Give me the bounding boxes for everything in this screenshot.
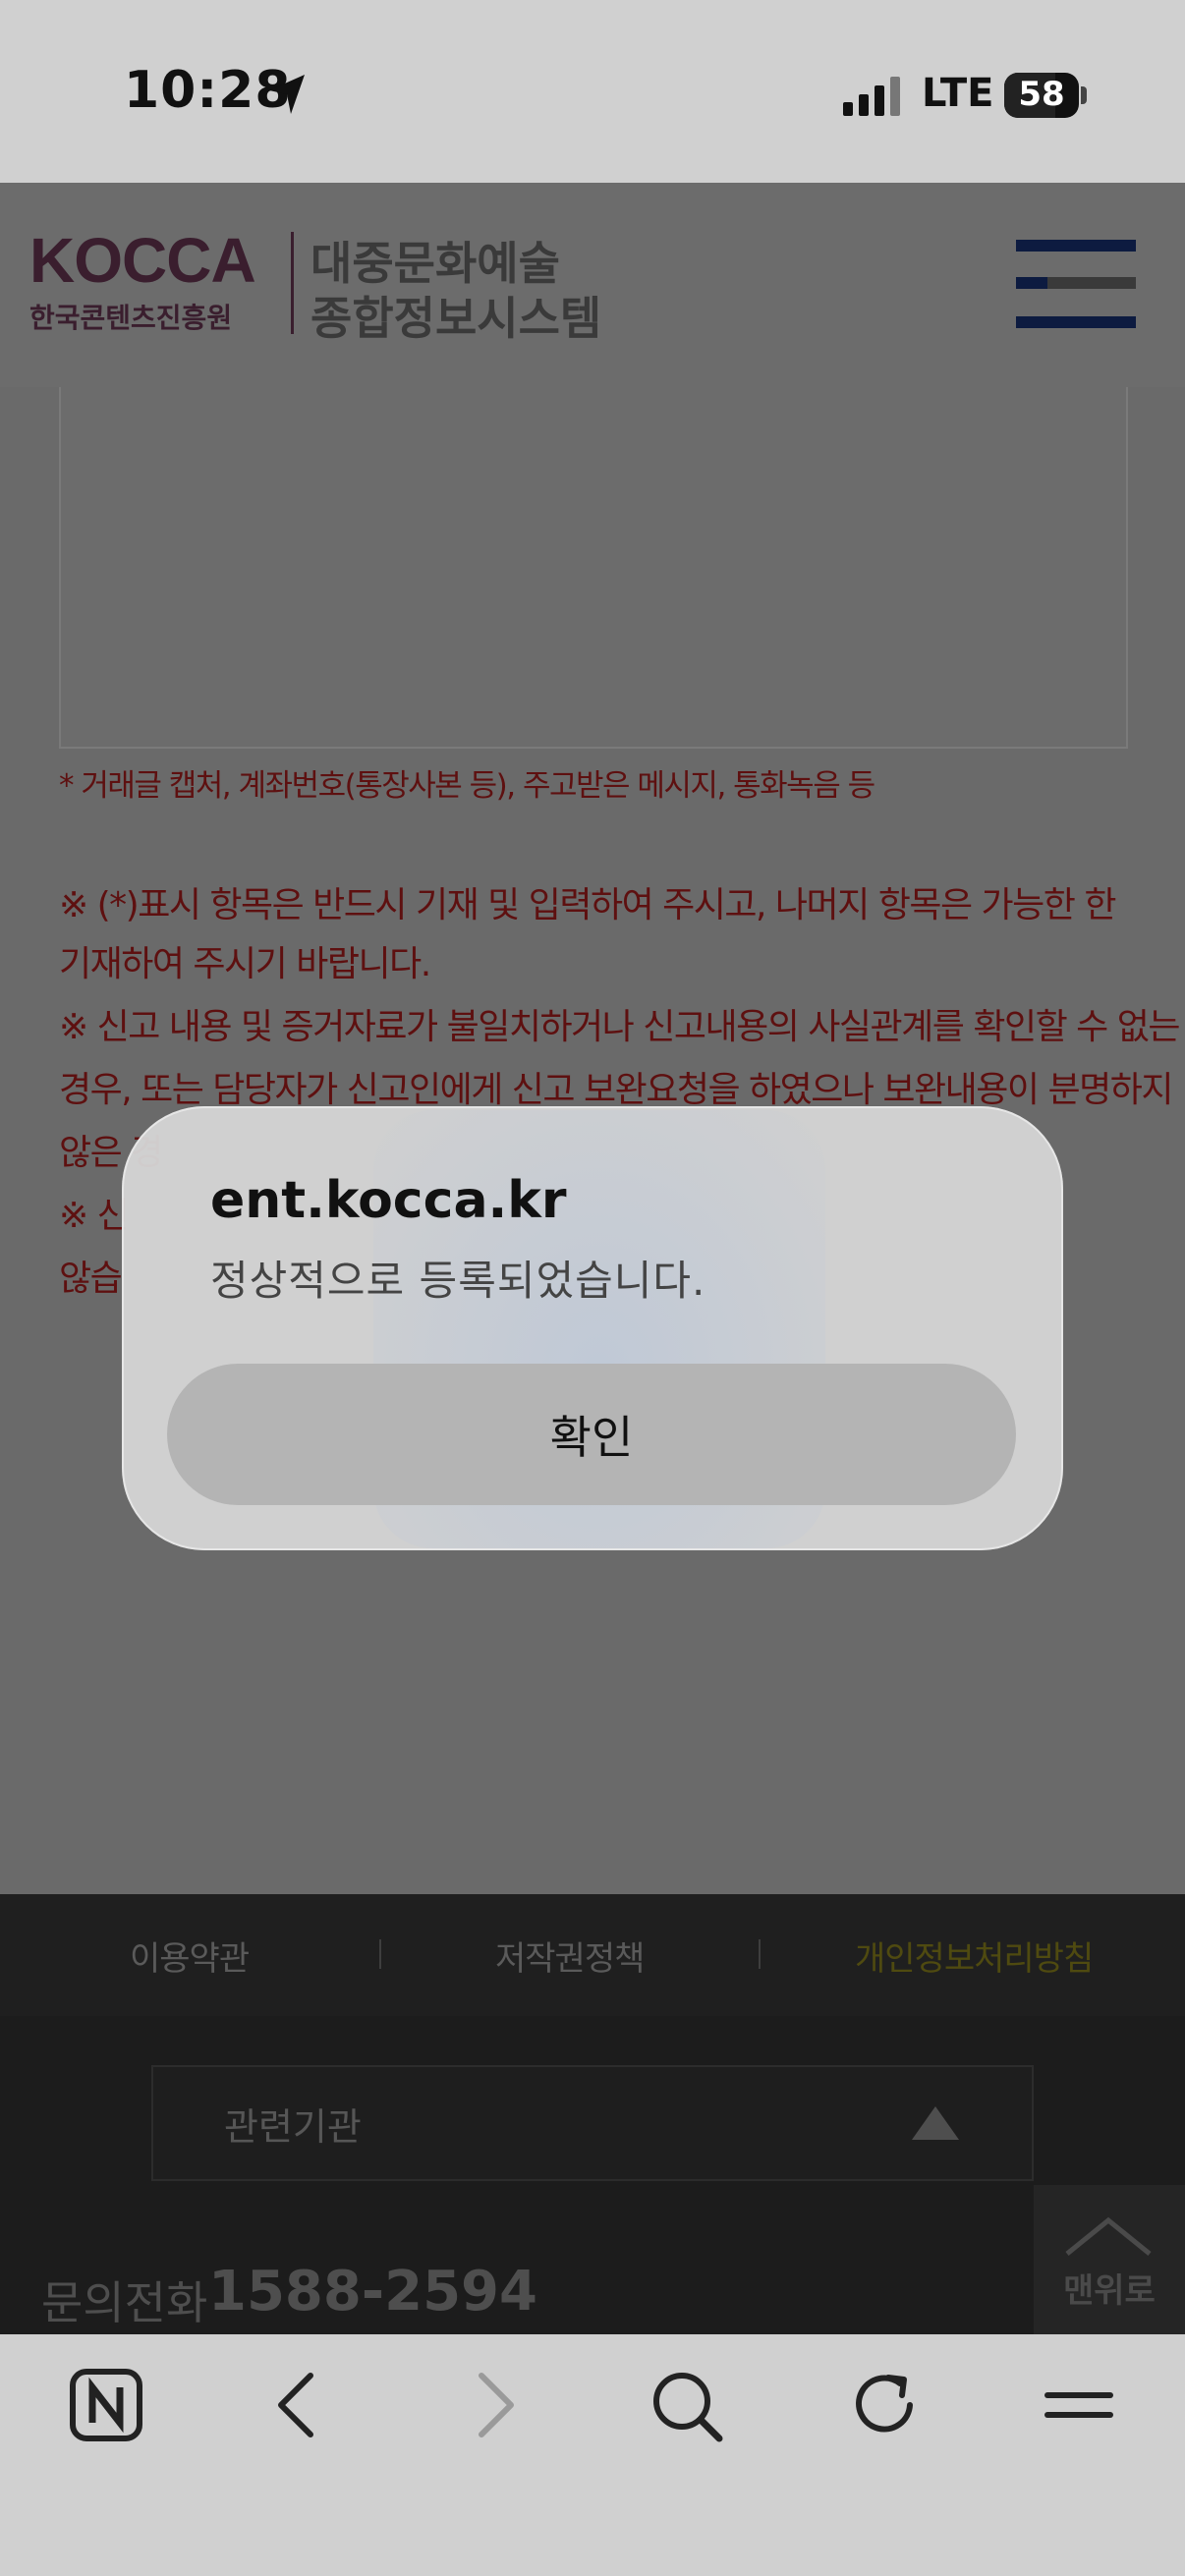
- cellular-signal-icon: [843, 77, 900, 116]
- site-logo[interactable]: KOCCA: [29, 224, 256, 297]
- report-content-textarea[interactable]: [59, 387, 1128, 749]
- battery-percent: 58: [1018, 75, 1065, 114]
- scroll-top-button[interactable]: [1034, 2185, 1185, 2334]
- hamburger-menu-icon[interactable]: [1016, 240, 1136, 330]
- privacy-policy-link[interactable]: 개인정보처리방침: [855, 1932, 1094, 1980]
- dialog-message: 정상적으로 등록되었습니다.: [210, 1257, 706, 1305]
- notice-line: 않습: [59, 1259, 123, 1299]
- naver-home-icon[interactable]: [67, 2366, 145, 2444]
- phone-number[interactable]: 1588-2594: [208, 2260, 537, 2324]
- notice-line: ※ 신고 내용 및 증거자료가 불일치하거나 신고내용의 사실관계를 확인할 수…: [59, 1007, 1180, 1047]
- notice-line: ※ (*)표시 항목은 반드시 기재 및 입력하여 주시고, 나머지 항목은 가…: [59, 885, 1116, 925]
- status-time: 10:28: [124, 61, 292, 120]
- logo-divider: [291, 232, 294, 334]
- reload-icon[interactable]: [845, 2366, 924, 2444]
- menu-icon[interactable]: [1040, 2366, 1118, 2444]
- notice-line: 경우, 또는 담당자가 신고인에게 신고 보완요청을 하였으나 보완내용이 분명…: [59, 1070, 1173, 1110]
- battery-icon: 58: [1004, 73, 1079, 118]
- triangle-up-icon: [912, 2106, 959, 2140]
- location-arrow-icon: [269, 75, 305, 114]
- forward-icon[interactable]: [454, 2366, 533, 2444]
- back-icon[interactable]: [259, 2366, 338, 2444]
- notice-line: 기재하여 주시기 바랍니다.: [59, 944, 431, 984]
- terms-link[interactable]: 이용약관: [130, 1932, 250, 1980]
- footer-divider: [759, 1939, 761, 1969]
- footer-divider: [379, 1939, 381, 1969]
- battery-cap: [1081, 86, 1087, 104]
- site-logo-org: 한국콘텐츠진흥원: [29, 302, 233, 334]
- phone-label: 문의전화: [41, 2276, 208, 2329]
- copyright-policy-link[interactable]: 저작권정책: [495, 1932, 645, 1980]
- network-type: LTE: [922, 71, 994, 116]
- confirm-button[interactable]: 확인: [167, 1364, 1016, 1505]
- related-orgs-label: 관련기관: [224, 2105, 362, 2149]
- dialog-title: ent.kocca.kr: [210, 1171, 567, 1230]
- scroll-top-label: 맨위로: [1063, 2271, 1156, 2311]
- browser-toolbar: [0, 2334, 1185, 2576]
- notice-line: ※ 신: [59, 1196, 130, 1236]
- site-title-line2: 종합정보시스템: [310, 292, 602, 345]
- evidence-note: * 거래글 캡처, 계좌번호(통장사본 등), 주고받은 메시지, 통화녹음 등: [59, 768, 875, 804]
- chevron-up-icon: [1065, 2216, 1152, 2256]
- search-icon[interactable]: [649, 2366, 727, 2444]
